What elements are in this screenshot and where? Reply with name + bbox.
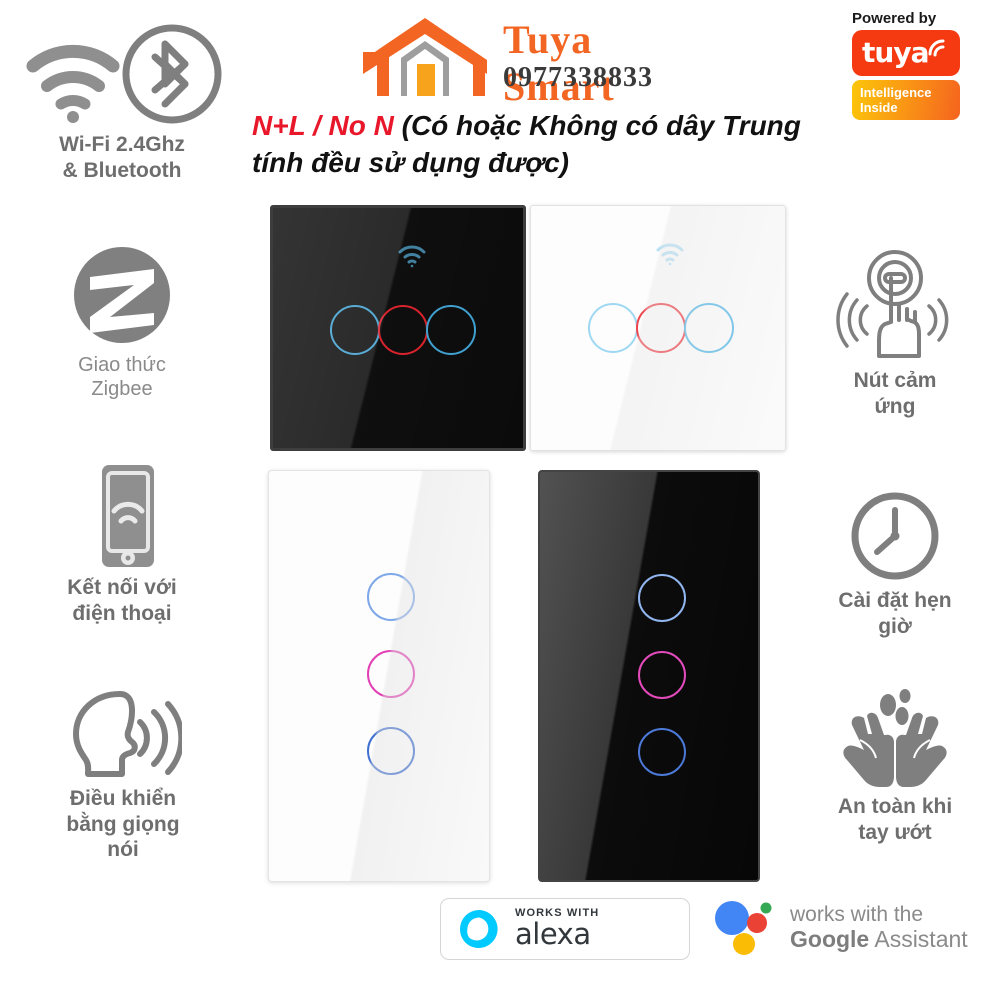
touch-ring-2[interactable] (638, 651, 686, 699)
feature-label: Wi-Fi 2.4Ghz & Bluetooth (59, 133, 185, 182)
touch-ring-1[interactable] (588, 303, 638, 353)
touch-ring-1[interactable] (367, 573, 415, 621)
brand-phone: 0977338833 (503, 62, 653, 93)
google-works-with-label: works with the (790, 903, 924, 927)
feature-voice-control: Điều khiển bằng giọng nói (18, 688, 228, 863)
feature-label: Kết nối với điện thoại (67, 576, 177, 625)
google-wordmark: Google (790, 925, 870, 952)
google-assistant-label: Google Assistant (790, 925, 968, 953)
feature-zigbee: Giao thức Zigbee (22, 243, 222, 402)
feature-label: An toàn khi tay ướt (837, 795, 953, 844)
touch-ring-3[interactable] (426, 305, 476, 355)
feature-label: Giao thức Zigbee (78, 354, 166, 401)
touch-ring-3[interactable] (684, 303, 734, 353)
powered-by-label: Powered by (852, 10, 937, 27)
alexa-name-label: alexa (515, 917, 591, 952)
house-icon (363, 18, 487, 96)
tuya-wordmark: tuya (862, 36, 929, 69)
tuya-logo-block: tuya (852, 30, 960, 76)
switch-panel-eu-white[interactable] (530, 205, 786, 451)
touch-button-icon (835, 248, 955, 362)
alexa-logo-icon (459, 910, 498, 948)
infographic-canvas: Tuya Smart 0977338833 Powered by tuya In… (0, 0, 1000, 1000)
tuya-wifi-arc-icon (928, 39, 945, 57)
wifi-indicator-icon (656, 243, 684, 266)
headline: N+L / No N (Có hoặc Không có dây Trung t… (252, 108, 852, 182)
touch-ring-3[interactable] (367, 727, 415, 775)
feature-wifi-bluetooth: Wi-Fi 2.4Ghz & Bluetooth (12, 22, 232, 183)
works-with-alexa-badge: WORKS WITH alexa (440, 898, 690, 960)
assistant-word: Assistant (869, 925, 968, 952)
wifi-bluetooth-icon (17, 22, 227, 126)
touch-ring-3[interactable] (638, 728, 686, 776)
works-with-google-assistant-badge: works with the Google Assistant (712, 896, 992, 960)
intelligence-inside-block: Intelligence Inside (852, 80, 960, 120)
switch-panel-eu-black[interactable] (270, 205, 526, 451)
switch-panel-us-black[interactable] (538, 470, 760, 882)
feature-label: Nút cảm ứng (853, 369, 937, 418)
brand-logo: Tuya Smart 0977338833 (355, 8, 695, 109)
powered-by-tuya-badge: Powered by tuya Intelligence Inside (852, 10, 982, 120)
headline-red: N+L / No N (252, 110, 394, 141)
touch-ring-2[interactable] (636, 303, 686, 353)
google-assistant-logo-icon (715, 901, 772, 955)
wifi-indicator-icon (398, 245, 426, 268)
touch-ring-1[interactable] (330, 305, 380, 355)
feature-wet-hands: An toàn khi tay ướt (800, 688, 990, 845)
touch-ring-1[interactable] (638, 574, 686, 622)
zigbee-icon (70, 243, 174, 347)
intelligence-label: Intelligence (860, 84, 932, 100)
touch-ring-2[interactable] (367, 650, 415, 698)
phone-connect-icon (74, 463, 170, 569)
wet-hands-icon (834, 688, 956, 788)
feature-label: Cài đặt hẹn giờ (838, 589, 952, 638)
touch-ring-2[interactable] (378, 305, 428, 355)
switch-panel-us-white[interactable] (268, 470, 490, 882)
inside-label: Inside (860, 100, 898, 115)
clock-icon (849, 490, 941, 582)
voice-control-icon (64, 688, 182, 780)
feature-label: Điều khiển bằng giọng nói (66, 787, 180, 862)
feature-timer: Cài đặt hẹn giờ (800, 490, 990, 639)
feature-phone-connect: Kết nối với điện thoại (22, 463, 222, 626)
feature-touch-button: Nút cảm ứng (800, 248, 990, 419)
